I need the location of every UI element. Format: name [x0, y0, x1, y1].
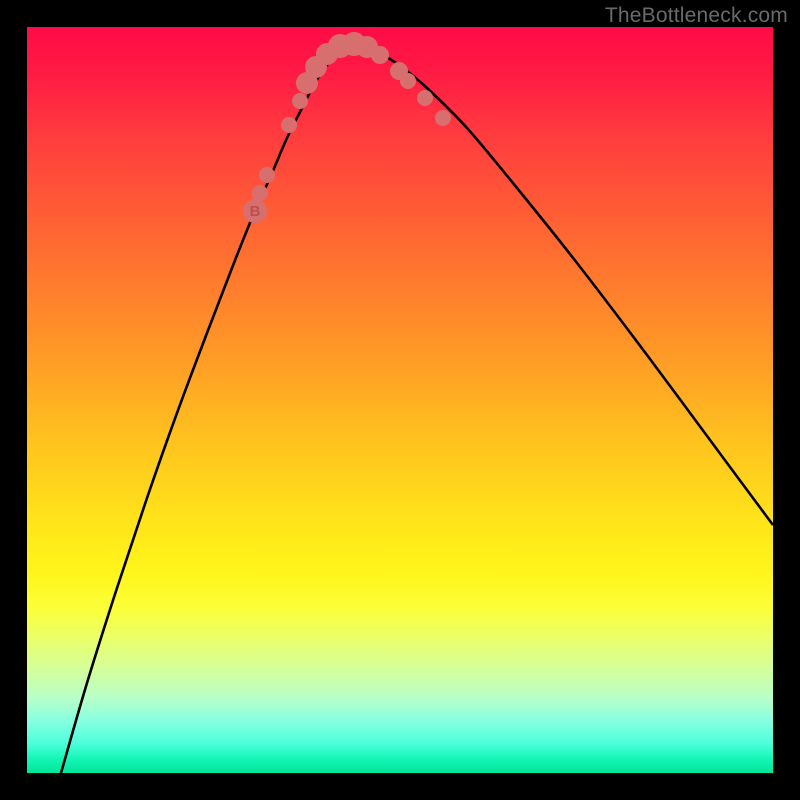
marker-label-b: B	[250, 203, 261, 220]
frame: B TheBottleneck.com	[0, 0, 800, 800]
data-marker	[400, 73, 416, 89]
chart-svg: B	[27, 27, 773, 773]
marker-layer: B	[243, 32, 451, 223]
data-marker	[435, 110, 451, 126]
bottleneck-curve	[61, 46, 773, 773]
data-marker	[281, 117, 297, 133]
data-marker	[292, 93, 308, 109]
watermark-label: TheBottleneck.com	[605, 4, 788, 28]
data-marker	[417, 90, 433, 106]
plot-area: B	[27, 27, 773, 773]
data-marker	[259, 167, 275, 183]
data-marker	[252, 185, 268, 201]
curve-layer	[61, 46, 773, 773]
data-marker	[371, 46, 389, 64]
